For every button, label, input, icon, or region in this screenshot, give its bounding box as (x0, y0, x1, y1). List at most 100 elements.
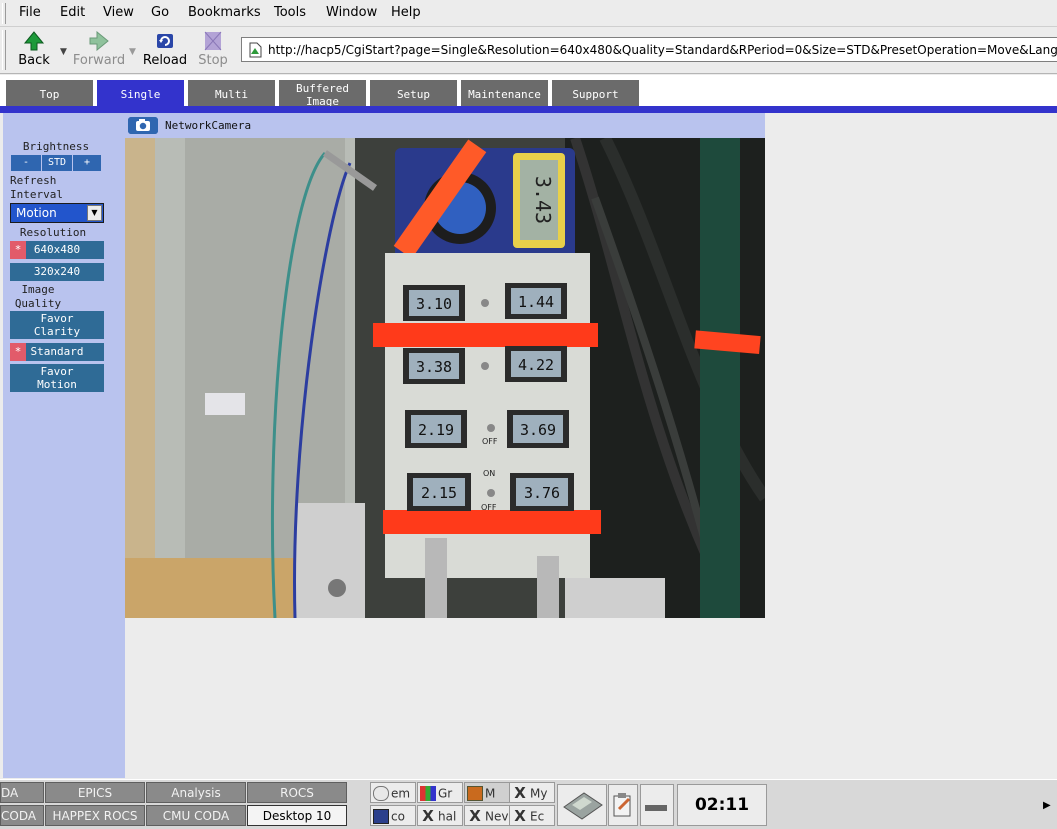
desktop-epics[interactable]: EPICS (45, 782, 145, 803)
multimeter-display: 3.43 (531, 176, 555, 224)
forward-history-dropdown[interactable]: ▼ (129, 47, 136, 57)
menu-bar: File Edit View Go Bookmarks Tools Window… (0, 0, 1057, 27)
meter-b-left: 3.38 (416, 358, 452, 376)
chevron-right-icon[interactable]: ▶ (1043, 800, 1051, 811)
task-mozilla[interactable]: M (464, 782, 510, 803)
chevron-down-icon[interactable]: ▼ (87, 205, 102, 221)
desktop-da[interactable]: DA (0, 782, 44, 803)
switch-d-on-label: ON (483, 469, 495, 478)
url-input[interactable] (268, 40, 1057, 59)
graph-icon (420, 786, 436, 801)
task-email[interactable]: em (370, 782, 416, 803)
camera-control-panel: Brightness - STD + Refresh Interval Moti… (3, 113, 125, 778)
desktop-analysis[interactable]: Analysis (146, 782, 246, 803)
back-label: Back (18, 53, 50, 68)
pager-applet[interactable] (640, 784, 674, 826)
stop-button[interactable]: Stop (185, 29, 241, 71)
meter-c-right: 3.69 (520, 421, 556, 439)
tab-top[interactable]: Top (6, 80, 93, 106)
mozilla-icon (467, 786, 483, 801)
refresh-interval-select[interactable]: Motion ▼ (10, 203, 104, 223)
menu-view[interactable]: View (103, 5, 134, 20)
desktop-happex-rocs[interactable]: HAPPEX ROCS (45, 805, 145, 826)
meter-a-right: 1.44 (518, 293, 554, 311)
desktop-10[interactable]: Desktop 10 (247, 805, 347, 826)
console-icon (373, 809, 389, 824)
desktop-coda[interactable]: CODA (0, 805, 44, 826)
camera-nav-tabs: Top Single Multi Buffered Image Setup Ma… (0, 75, 1057, 106)
brightness-label: Brightness (22, 140, 90, 153)
page-icon (249, 42, 262, 58)
desktop-cmu-coda[interactable]: CMU CODA (146, 805, 246, 826)
menu-tools[interactable]: Tools (274, 5, 306, 20)
task-ec[interactable]: X Ec (509, 805, 555, 826)
quality-standard-label: Standard (30, 345, 84, 358)
brightness-std-button[interactable]: STD (42, 155, 72, 171)
meter-b-right: 4.22 (518, 356, 554, 374)
menu-file[interactable]: File (19, 5, 41, 20)
forward-label: Forward (72, 53, 126, 68)
menu-window[interactable]: Window (326, 5, 377, 20)
forward-button[interactable]: Forward (71, 29, 127, 71)
meter-d-right: 3.76 (524, 484, 560, 502)
menu-help[interactable]: Help (391, 5, 421, 20)
image-quality-label: Image Quality (14, 283, 62, 310)
quality-favor-clarity-button[interactable]: Favor Clarity (10, 311, 104, 339)
email-icon (373, 786, 389, 801)
tab-multi[interactable]: Multi (188, 80, 275, 106)
back-history-dropdown[interactable]: ▼ (60, 47, 67, 57)
menu-bookmarks[interactable]: Bookmarks (188, 5, 261, 20)
resolution-320x240-button[interactable]: 320x240 (10, 263, 104, 281)
tab-single[interactable]: Single (97, 80, 184, 106)
tab-support[interactable]: Support (552, 80, 639, 106)
menubar-grip[interactable] (2, 3, 6, 24)
camera-header: NetworkCamera (125, 113, 765, 138)
task-console[interactable]: co (370, 805, 416, 826)
resolution-320x240-label: 320x240 (33, 265, 81, 278)
calculator-launcher[interactable] (557, 784, 607, 826)
tab-buffered-image[interactable]: Buffered Image (279, 80, 366, 106)
x-window-icon: X (514, 807, 526, 825)
reload-icon (157, 34, 173, 48)
task-graph[interactable]: Gr (417, 782, 463, 803)
brightness-plus-button[interactable]: + (73, 155, 101, 171)
arrow-right-icon (89, 31, 109, 51)
page-content: Top Single Multi Buffered Image Setup Ma… (0, 75, 1057, 778)
x-window-icon: X (422, 807, 434, 825)
quality-standard-button[interactable]: * Standard (10, 343, 104, 361)
desktop-rocs[interactable]: ROCS (247, 782, 347, 803)
quality-favor-clarity-label: Favor Clarity (33, 312, 81, 338)
camera-icon (128, 117, 158, 134)
tab-setup[interactable]: Setup (370, 80, 457, 106)
selected-marker: * (10, 241, 26, 259)
calculator-icon (563, 792, 603, 820)
resolution-640x480-button[interactable]: * 640x480 (10, 241, 104, 259)
menu-go[interactable]: Go (151, 5, 169, 20)
green-arrow-left-icon (23, 31, 45, 51)
x-window-icon: X (514, 784, 526, 802)
camera-feed-svg: 3.43 3.10 1.44 3.38 4.22 2.19 3.69 2.15 … (125, 138, 765, 618)
resolution-640x480-label: 640x480 (33, 243, 81, 256)
tab-maintenance[interactable]: Maintenance (461, 80, 548, 106)
meter-c-left: 2.19 (418, 421, 454, 439)
task-hal[interactable]: Xhal (417, 805, 463, 826)
brightness-minus-button[interactable]: - (11, 155, 41, 171)
pager-icon (645, 805, 667, 811)
task-nev[interactable]: X Nev (464, 805, 510, 826)
stop-label: Stop (198, 53, 228, 68)
x-window-icon: X (469, 807, 481, 825)
refresh-interval-label: Refresh Interval (10, 174, 63, 201)
camera-title: NetworkCamera (165, 119, 252, 132)
clock[interactable]: 02:11 pm (677, 784, 767, 826)
menu-edit[interactable]: Edit (60, 5, 85, 20)
quality-favor-motion-button[interactable]: Favor Motion (10, 364, 104, 392)
stop-icon (204, 31, 222, 51)
back-button[interactable]: Back (6, 29, 62, 71)
resolution-label: Resolution (19, 226, 87, 239)
task-my[interactable]: X My (509, 782, 555, 803)
location-bar[interactable] (241, 37, 1057, 62)
switch-c-off-label: OFF (482, 437, 498, 446)
clipboard-launcher[interactable] (608, 784, 638, 826)
navigation-toolbar: Back ▼ Forward ▼ Reload Stop (0, 27, 1057, 74)
switch-d-off-label: OFF (481, 503, 497, 512)
